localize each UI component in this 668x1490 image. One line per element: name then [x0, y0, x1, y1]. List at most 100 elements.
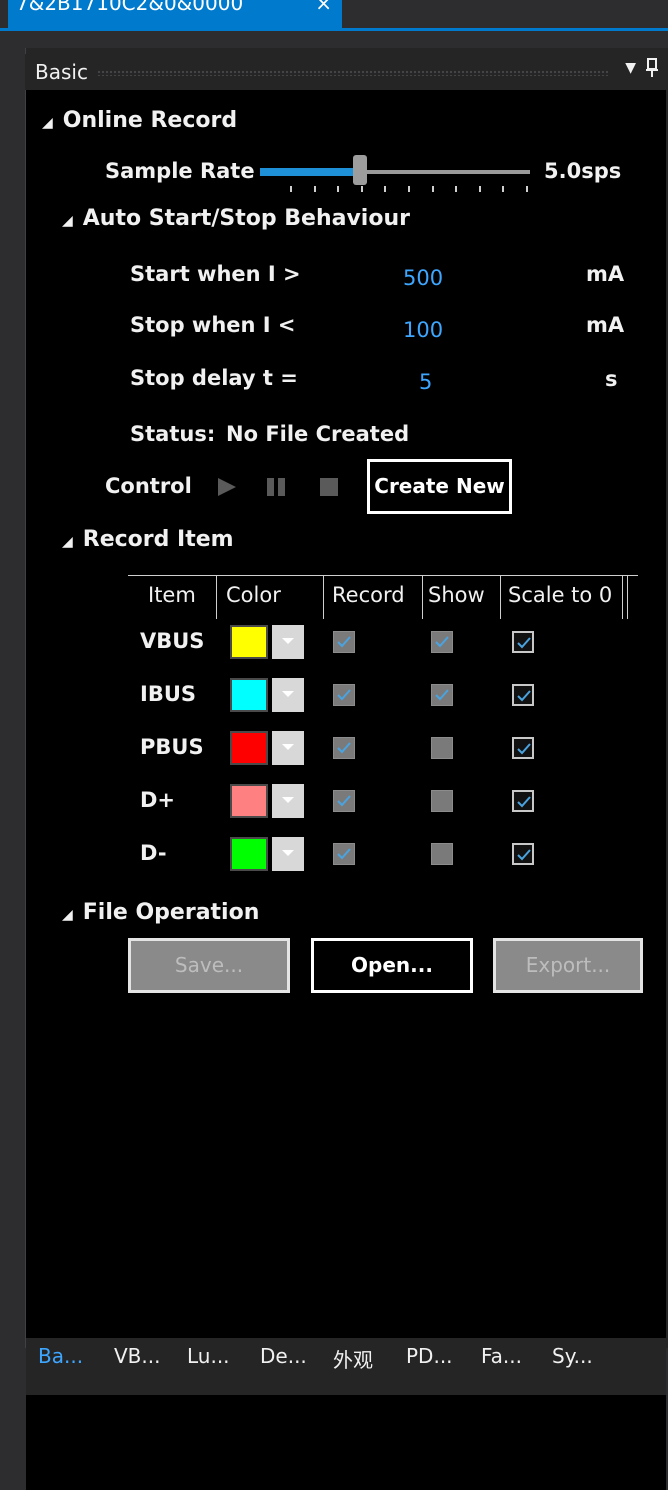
status-label: Status:	[130, 422, 216, 446]
export-button[interactable]: Export...	[493, 938, 643, 993]
save-button[interactable]: Save...	[128, 938, 290, 993]
sample-rate-slider[interactable]	[260, 155, 530, 195]
slider-tick	[526, 186, 528, 192]
scale-checkbox[interactable]	[512, 843, 534, 865]
tab-appearance[interactable]: 外观	[333, 1344, 373, 1373]
scale-checkbox[interactable]	[512, 737, 534, 759]
color-dropdown-button[interactable]	[272, 837, 304, 871]
record-checkbox[interactable]	[333, 684, 355, 706]
pause-icon[interactable]	[265, 476, 287, 503]
tab-lu[interactable]: Lu...	[187, 1344, 230, 1368]
slider-tick	[502, 186, 505, 192]
stop-delay-label: Stop delay t =	[130, 366, 298, 390]
item-name: VBUS	[140, 629, 205, 653]
slider-tick	[337, 186, 340, 192]
record-item-header[interactable]: ◢ Record Item	[62, 527, 234, 552]
auto-start-stop-header[interactable]: ◢ Auto Start/Stop Behaviour	[62, 206, 410, 231]
slider-tick	[290, 186, 292, 192]
stop-icon[interactable]	[318, 476, 340, 503]
collapse-triangle-icon[interactable]: ◢	[62, 534, 73, 550]
start-when-label: Start when I >	[130, 262, 301, 286]
sample-rate-value: 5.0sps	[544, 159, 622, 183]
color-swatch[interactable]	[230, 731, 268, 765]
tab-pd[interactable]: PD...	[406, 1344, 453, 1368]
column-header-color[interactable]: Color	[226, 575, 281, 615]
file-operation-label: File Operation	[82, 900, 260, 925]
auto-start-stop-label: Auto Start/Stop Behaviour	[82, 206, 410, 231]
tab-sy[interactable]: Sy...	[552, 1344, 593, 1368]
status-value: No File Created	[226, 422, 410, 446]
column-separator	[627, 575, 628, 619]
color-swatch[interactable]	[230, 784, 268, 818]
column-header-scale[interactable]: Scale to 0	[508, 575, 612, 615]
tab-basic[interactable]: Ba...	[38, 1344, 83, 1368]
record-checkbox[interactable]	[333, 737, 355, 759]
close-icon[interactable]: ×	[315, 0, 332, 13]
color-swatch[interactable]	[230, 837, 268, 871]
collapse-triangle-icon[interactable]: ◢	[42, 115, 53, 131]
show-checkbox[interactable]	[431, 790, 453, 812]
scale-checkbox[interactable]	[512, 684, 534, 706]
online-record-header[interactable]: ◢ Online Record	[42, 108, 237, 133]
color-dropdown-button[interactable]	[272, 678, 304, 712]
color-dropdown-button[interactable]	[272, 784, 304, 818]
record-item-label: Record Item	[82, 527, 234, 552]
panel-grip[interactable]	[97, 70, 608, 76]
pin-icon[interactable]	[646, 58, 658, 83]
record-checkbox[interactable]	[333, 631, 355, 653]
column-separator	[622, 575, 623, 619]
record-checkbox[interactable]	[333, 790, 355, 812]
show-checkbox[interactable]	[431, 843, 453, 865]
panel-title-bar: Basic ▼	[25, 54, 668, 90]
column-separator	[216, 575, 217, 619]
slider-tick	[455, 186, 458, 192]
color-dropdown-button[interactable]	[272, 731, 304, 765]
start-threshold-input[interactable]: 500	[403, 266, 443, 290]
show-checkbox[interactable]	[431, 631, 453, 653]
column-header-show[interactable]: Show	[428, 575, 485, 615]
dropdown-arrow-icon[interactable]: ▼	[625, 60, 636, 76]
slider-fill	[260, 168, 357, 176]
color-swatch[interactable]	[230, 678, 268, 712]
play-icon[interactable]	[216, 476, 238, 503]
color-swatch[interactable]	[230, 625, 268, 659]
start-unit: mA	[586, 262, 625, 286]
open-button[interactable]: Open...	[311, 938, 473, 993]
tab-de[interactable]: De...	[260, 1344, 307, 1368]
stop-threshold-input[interactable]: 100	[403, 318, 443, 342]
item-name: D+	[140, 788, 176, 812]
show-checkbox[interactable]	[431, 684, 453, 706]
slider-track[interactable]	[357, 170, 530, 174]
slider-thumb[interactable]	[353, 155, 367, 185]
slider-tick	[384, 186, 387, 192]
document-tab-title: 7&2B1710C2&0&0000	[16, 0, 244, 15]
collapse-triangle-icon[interactable]: ◢	[62, 907, 73, 923]
slider-tick	[313, 186, 316, 192]
panel-title: Basic	[35, 60, 88, 84]
show-checkbox[interactable]	[431, 737, 453, 759]
stop-when-label: Stop when I <	[130, 313, 296, 337]
color-dropdown-button[interactable]	[272, 625, 304, 659]
file-operation-header[interactable]: ◢ File Operation	[62, 900, 259, 925]
column-separator	[422, 575, 423, 619]
slider-tick	[478, 186, 481, 192]
slider-tick	[431, 186, 434, 192]
item-name: IBUS	[140, 682, 196, 706]
column-separator	[500, 575, 501, 619]
bottom-tab-strip: Ba... VB... Lu... De... 外观 PD... Fa... S…	[26, 1338, 666, 1395]
column-header-item[interactable]: Item	[148, 575, 196, 615]
record-checkbox[interactable]	[333, 843, 355, 865]
document-tab[interactable]: 7&2B1710C2&0&0000 ×	[8, 0, 342, 31]
slider-tick	[408, 186, 410, 192]
delay-unit: s	[605, 367, 618, 391]
tab-vbus[interactable]: VB...	[114, 1344, 160, 1368]
item-name: PBUS	[140, 735, 204, 759]
column-header-record[interactable]: Record	[332, 575, 405, 615]
scale-checkbox[interactable]	[512, 790, 534, 812]
create-new-button[interactable]: Create New	[367, 459, 512, 514]
stop-delay-input[interactable]: 5	[419, 370, 432, 394]
scale-checkbox[interactable]	[512, 631, 534, 653]
column-separator	[323, 575, 324, 619]
tab-fa[interactable]: Fa...	[481, 1344, 522, 1368]
collapse-triangle-icon[interactable]: ◢	[62, 213, 73, 229]
